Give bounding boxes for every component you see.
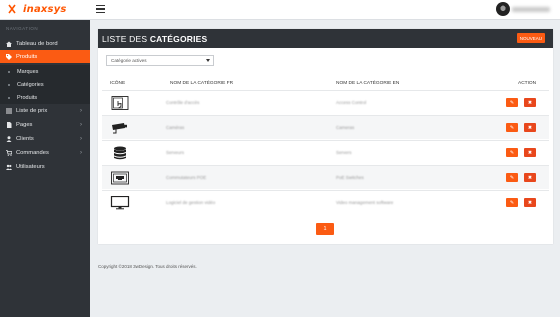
cart-icon <box>6 149 12 156</box>
brand-name: inaxsys <box>23 3 67 15</box>
panel-header: LISTE DES CATÉGORIES NOUVEAU <box>98 29 553 48</box>
sidebar-item-label: Pages <box>16 121 33 128</box>
chevron-right-icon: › <box>80 135 82 142</box>
delete-button[interactable]: ✖ <box>524 173 536 182</box>
delete-button[interactable]: ✖ <box>524 123 536 132</box>
top-bar: inaxsys <box>0 0 560 20</box>
sidebar-item-label: Produits <box>16 53 38 60</box>
camera-icon <box>112 123 127 134</box>
category-name-fr: Contrôle d'accès <box>166 100 200 105</box>
user-name[interactable] <box>512 7 550 12</box>
sidebar-item-clients[interactable]: Clients › <box>0 132 90 145</box>
sidebar-item-products[interactable]: Produits <box>0 50 90 63</box>
list-icon <box>6 108 12 113</box>
sidebar-subitem-label: Catégories <box>17 81 44 88</box>
pencil-icon: ✎ <box>509 124 515 131</box>
column-header-name-en: NOM DE LA CATÉGORIE EN <box>336 81 400 86</box>
access-control-icon <box>111 96 129 110</box>
category-name-en: PoE Switches <box>336 175 364 180</box>
chevron-right-icon: › <box>80 121 82 128</box>
sidebar-subitem-label: Produits <box>17 94 38 101</box>
caret-down-icon <box>206 59 210 62</box>
monitor-icon <box>110 196 130 210</box>
categories-panel: LISTE DES CATÉGORIES NOUVEAU Catégorie a… <box>98 29 553 244</box>
chevron-right-icon: › <box>80 149 82 156</box>
table-row: Caméras Cameras ✎ ✖ <box>102 115 549 139</box>
sidebar-subitem-products[interactable]: Produits <box>0 91 90 104</box>
column-header-action: ACTION <box>518 81 537 86</box>
column-header-icon: ICÔNE <box>110 81 126 86</box>
bullet-icon <box>8 83 10 86</box>
sidebar-item-label: Clients <box>16 135 34 142</box>
edit-button[interactable]: ✎ <box>506 198 518 207</box>
poe-switch-icon <box>111 171 129 185</box>
select-value: Catégorie actives <box>111 58 147 63</box>
user-icon <box>6 135 12 142</box>
category-name-en: Access Control <box>336 100 367 105</box>
avatar[interactable] <box>496 2 510 16</box>
sidebar-subitem-brands[interactable]: Marques <box>0 65 90 78</box>
category-name-fr: Logiciel de gestion vidéo <box>166 200 216 205</box>
category-name-en: Cameras <box>336 125 355 130</box>
close-icon: ✖ <box>527 174 533 181</box>
hamburger-icon[interactable] <box>96 5 105 13</box>
bullet-icon <box>8 70 10 73</box>
close-icon: ✖ <box>527 124 533 131</box>
sidebar-item-users[interactable]: Utilisateurs <box>0 160 90 173</box>
delete-button[interactable]: ✖ <box>524 98 536 107</box>
pencil-icon: ✎ <box>509 199 515 206</box>
category-name-fr: Commutateurs POE <box>166 175 207 180</box>
close-icon: ✖ <box>527 199 533 206</box>
pagination-page-1[interactable]: 1 <box>316 223 334 235</box>
sidebar-subitem-label: Marques <box>17 68 39 75</box>
logo-mark-icon <box>8 4 16 14</box>
close-icon: ✖ <box>527 99 533 106</box>
edit-button[interactable]: ✎ <box>506 148 518 157</box>
close-icon: ✖ <box>527 149 533 156</box>
users-icon <box>6 164 12 170</box>
server-icon <box>114 146 126 160</box>
tag-icon <box>6 53 12 60</box>
delete-button[interactable]: ✖ <box>524 148 536 157</box>
table-row: Commutateurs POE PoE Switches ✎ ✖ <box>102 165 549 189</box>
table-row: Contrôle d'accès Access Control ✎ ✖ <box>102 90 549 114</box>
column-header-name-fr: NOM DE LA CATÉGORIE FR <box>170 81 234 86</box>
brand-logo[interactable]: inaxsys <box>8 2 67 16</box>
category-name-en: Servers <box>336 150 352 155</box>
table-row: Logiciel de gestion vidéo Video manageme… <box>102 190 549 214</box>
sidebar-item-label: Commandes <box>16 149 49 156</box>
edit-button[interactable]: ✎ <box>506 98 518 107</box>
sidebar-item-dashboard[interactable]: Tableau de bord <box>0 37 90 50</box>
page-title: LISTE DES CATÉGORIES <box>102 34 208 44</box>
sidebar-item-label: Liste de prix <box>16 107 48 114</box>
category-name-en: Video management software <box>336 200 394 205</box>
pencil-icon: ✎ <box>509 149 515 156</box>
sidebar-item-label: Utilisateurs <box>16 163 45 170</box>
category-name-fr: Serveurs <box>166 150 185 155</box>
sidebar-item-price-list[interactable]: Liste de prix › <box>0 104 90 117</box>
bullet-icon <box>8 96 10 99</box>
page-icon <box>7 121 12 128</box>
pencil-icon: ✎ <box>509 99 515 106</box>
sidebar: NAVIGATION Tableau de bord Produits Marq… <box>0 20 90 317</box>
sidebar-subitem-categories[interactable]: Catégories <box>0 78 90 91</box>
edit-button[interactable]: ✎ <box>506 123 518 132</box>
chevron-right-icon: › <box>80 107 82 114</box>
sidebar-item-pages[interactable]: Pages › <box>0 118 90 131</box>
sidebar-item-orders[interactable]: Commandes › <box>0 146 90 159</box>
pencil-icon: ✎ <box>509 174 515 181</box>
sidebar-item-label: Tableau de bord <box>16 40 58 47</box>
new-category-button[interactable]: NOUVEAU <box>516 33 545 43</box>
footer-copyright: Copyright ©2018 3wDesign. Tous droits ré… <box>98 264 197 269</box>
category-status-select[interactable]: Catégorie actives <box>106 55 214 66</box>
category-name-fr: Caméras <box>166 125 185 130</box>
table-row: Serveurs Servers ✎ ✖ <box>102 140 549 164</box>
sidebar-caption: NAVIGATION <box>6 26 39 31</box>
edit-button[interactable]: ✎ <box>506 173 518 182</box>
delete-button[interactable]: ✖ <box>524 198 536 207</box>
home-icon <box>6 41 12 47</box>
